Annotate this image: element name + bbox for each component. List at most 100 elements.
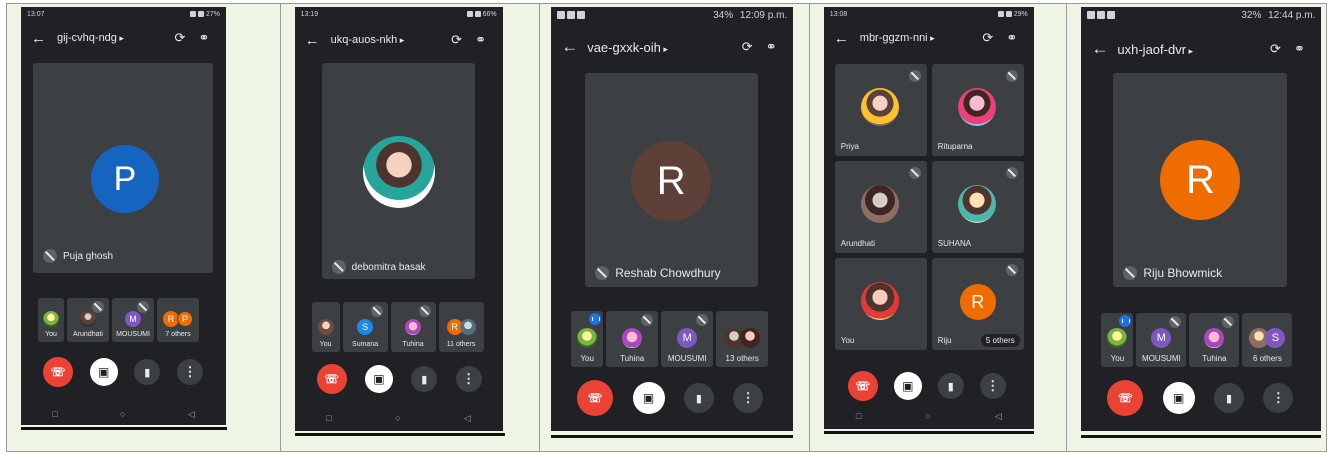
back-nav-icon[interactable]: ◁ xyxy=(188,409,195,420)
grid-tile-others[interactable]: R Riju 5 others xyxy=(931,258,1024,350)
mic-button[interactable]: ▮ xyxy=(937,373,964,399)
status-left-icons xyxy=(1087,11,1116,19)
grid-tile[interactable]: SUHANA xyxy=(931,161,1024,253)
back-nav-icon[interactable]: ◁ xyxy=(995,411,1002,422)
home-icon[interactable]: ○ xyxy=(395,413,400,423)
back-arrow-icon[interactable]: ← xyxy=(1091,39,1117,59)
meeting-code[interactable]: gij-cvhq-ndg xyxy=(57,32,168,44)
mic-off-icon xyxy=(696,314,709,326)
participant-thumb-others[interactable]: R P 7 others xyxy=(157,298,199,342)
mic-button[interactable]: ▮ xyxy=(1214,383,1245,413)
back-nav-icon[interactable]: ◁ xyxy=(464,413,471,424)
participant-thumb[interactable]: Tuhina xyxy=(1189,313,1240,367)
camera-off-button[interactable]: ▣ xyxy=(632,382,665,414)
mic-icon: ▮ xyxy=(695,392,702,405)
main-speaker-tile[interactable]: P Puja ghosh xyxy=(33,63,213,273)
participant-thumb-others[interactable]: 13 others xyxy=(716,311,769,367)
participant-avatar: M xyxy=(677,328,698,348)
main-speaker-tile[interactable]: R Reshab Chowdhury xyxy=(585,73,759,287)
participant-thumb[interactable]: You xyxy=(311,302,340,352)
camera-off-button[interactable]: ▣ xyxy=(1162,382,1195,414)
back-arrow-icon[interactable]: ← xyxy=(305,32,331,49)
participant-thumb[interactable]: M MOUSUMI xyxy=(1136,313,1187,367)
participant-thumb[interactable]: You xyxy=(1101,313,1134,367)
end-call-button[interactable]: ☏ xyxy=(1107,380,1144,416)
mic-button[interactable]: ▮ xyxy=(411,366,438,392)
end-call-button[interactable]: ☏ xyxy=(43,357,73,387)
more-options-button[interactable]: ⋮ xyxy=(455,366,482,392)
switch-camera-icon[interactable]: ⟳ xyxy=(1263,41,1287,57)
participant-avatar: M xyxy=(1151,328,1172,348)
end-call-button[interactable]: ☏ xyxy=(847,371,878,401)
recents-icon[interactable]: □ xyxy=(326,413,331,423)
grid-tile[interactable]: Priya xyxy=(834,64,927,156)
more-options-button[interactable]: ⋮ xyxy=(176,359,203,385)
mic-button[interactable]: ▮ xyxy=(134,359,161,385)
phone-screen-5: 32% 12:44 p.m. ← uxh-jaof-dvr ⟳ ⚭ R Riju… xyxy=(1081,7,1322,431)
battery-level: 34% xyxy=(713,9,734,21)
meeting-code[interactable]: mbr-ggzm-nni xyxy=(860,32,976,44)
switch-camera-icon[interactable]: ⟳ xyxy=(735,39,759,55)
participant-photo xyxy=(1204,328,1225,348)
status-icons: 27% xyxy=(189,11,220,18)
participant-avatar: S xyxy=(357,319,374,335)
meeting-code[interactable]: ukq-auos-nkh xyxy=(331,34,445,46)
headphones-icon[interactable]: ⚭ xyxy=(1287,41,1311,57)
recents-icon[interactable]: □ xyxy=(52,409,57,419)
meeting-code[interactable]: vae-gxxk-oih xyxy=(587,40,735,55)
participant-name: Riju xyxy=(937,336,952,345)
participant-thumb[interactable]: M MOUSUMI xyxy=(661,311,714,367)
grid-tile[interactable]: Rituparna xyxy=(931,64,1024,156)
headphones-icon[interactable]: ⚭ xyxy=(1000,30,1024,46)
recents-icon[interactable]: □ xyxy=(856,411,861,421)
back-arrow-icon[interactable]: ← xyxy=(561,37,587,57)
end-call-button[interactable]: ☏ xyxy=(577,380,614,416)
others-count-badge[interactable]: 5 others xyxy=(980,334,1020,347)
main-speaker-tile[interactable]: R Riju Bhowmick xyxy=(1113,73,1288,287)
camera-off-button[interactable]: ▣ xyxy=(893,372,922,400)
participant-photo xyxy=(740,328,761,348)
back-arrow-icon[interactable]: ← xyxy=(834,30,860,47)
participant-avatar: P xyxy=(177,311,193,327)
participant-photo xyxy=(860,185,899,223)
home-icon[interactable]: ○ xyxy=(925,411,930,421)
headphones-icon[interactable]: ⚭ xyxy=(469,32,493,48)
participant-thumb[interactable]: S Sumana xyxy=(342,302,388,352)
phone-screen-1: 13:07 27% ← gij-cvhq-ndg ⟳ ⚭ P Puja ghos… xyxy=(21,7,226,425)
camera-off-icon: ▣ xyxy=(642,391,655,405)
participant-thumb-others[interactable]: S 6 others xyxy=(1242,313,1293,367)
participant-thumb[interactable]: Tuhina xyxy=(606,311,659,367)
underline-divider xyxy=(294,433,505,436)
speaker-name: Riju Bhowmick xyxy=(1143,266,1223,280)
headphones-icon[interactable]: ⚭ xyxy=(192,30,216,46)
home-icon[interactable]: ○ xyxy=(120,409,125,419)
switch-camera-icon[interactable]: ⟳ xyxy=(445,32,469,48)
grid-tile[interactable]: Arundhati xyxy=(834,161,927,253)
switch-camera-icon[interactable]: ⟳ xyxy=(168,30,192,46)
camera-off-button[interactable]: ▣ xyxy=(89,358,118,386)
headphones-icon[interactable]: ⚭ xyxy=(759,39,783,55)
mic-button[interactable]: ▮ xyxy=(683,383,714,413)
participant-thumb-others[interactable]: R 11 others xyxy=(438,302,484,352)
mic-off-icon xyxy=(1005,70,1018,82)
participant-thumb[interactable]: M MOUSUMI xyxy=(112,298,154,342)
participant-thumb[interactable]: Tuhina xyxy=(390,302,436,352)
grid-tile[interactable]: You xyxy=(834,258,927,350)
speaker-name-row: Reshab Chowdhury xyxy=(595,266,721,280)
main-speaker-tile[interactable]: debomitra basak xyxy=(321,63,475,279)
participant-thumb[interactable]: Arundhati xyxy=(67,298,109,342)
mic-icon: ▮ xyxy=(1226,392,1233,405)
more-options-button[interactable]: ⋮ xyxy=(979,373,1006,399)
switch-camera-icon[interactable]: ⟳ xyxy=(976,30,1000,46)
battery-level: 32% xyxy=(1241,9,1262,21)
more-options-button[interactable]: ⋮ xyxy=(733,383,764,413)
camera-off-button[interactable]: ▣ xyxy=(364,365,393,393)
participant-thumb[interactable]: You xyxy=(38,298,64,342)
more-vert-icon: ⋮ xyxy=(741,390,755,405)
end-call-button[interactable]: ☏ xyxy=(316,364,347,394)
participant-photo xyxy=(1107,328,1128,348)
back-arrow-icon[interactable]: ← xyxy=(31,30,57,47)
participant-thumb[interactable]: You xyxy=(571,311,604,367)
meeting-code[interactable]: uxh-jaof-dvr xyxy=(1117,42,1263,57)
more-options-button[interactable]: ⋮ xyxy=(1263,383,1294,413)
